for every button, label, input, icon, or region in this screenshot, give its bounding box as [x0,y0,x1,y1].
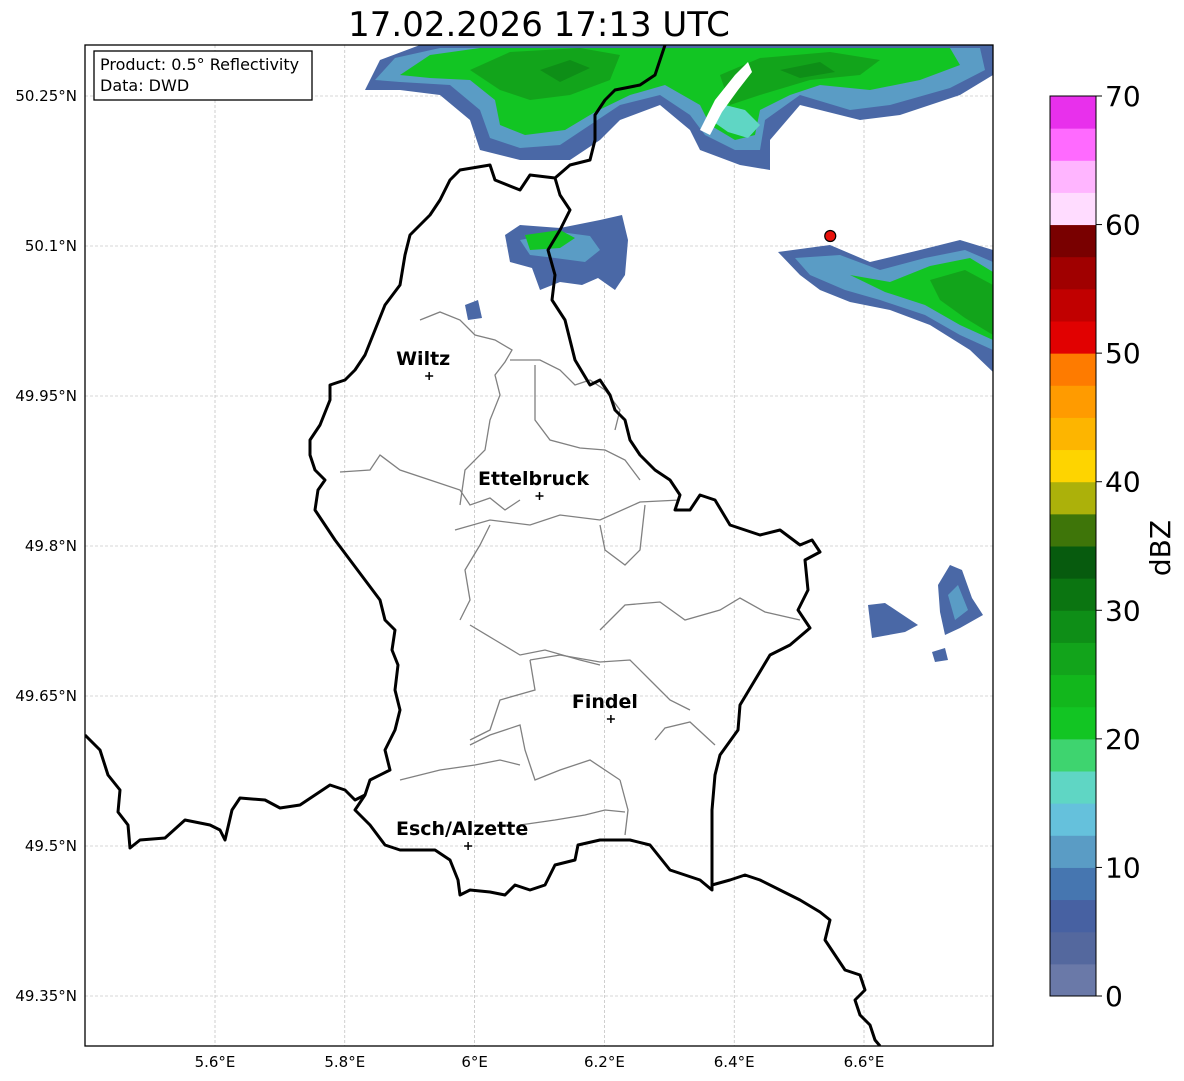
boundaries [85,45,882,1046]
city-esch-alzette: Esch/Alzette [396,818,528,850]
lat-tick-label: 49.8°N [25,537,77,555]
lat-tick-label: 50.25°N [15,87,77,105]
lon-tick-label: 5.8°E [324,1053,365,1071]
lat-tick-label: 49.35°N [15,987,77,1005]
echo-central-cell [465,215,628,320]
lon-tick-label: 6.2°E [584,1053,625,1071]
radar-site-marker [824,229,837,243]
city-label: Wiltz [396,348,450,370]
city-findel: Findel [572,691,638,723]
latitude-ticks: 50.25°N 50.1°N 49.95°N 49.8°N 49.65°N 49.5°N 4… [15,87,77,1005]
city-label: Esch/Alzette [396,818,528,840]
info-box: Product: 0.5° Reflectivity Data: DWD [93,50,313,101]
city-wiltz: Wiltz [396,348,450,380]
map-frame [84,44,994,1047]
belgium-france-border [85,733,366,850]
product-label: Product: 0.5° Reflectivity [100,55,299,74]
lat-tick-label: 49.95°N [15,387,77,405]
radar-echoes [365,45,993,662]
lon-tick-label: 6°E [461,1053,488,1071]
data-source-label: Data: DWD [100,76,189,95]
gridlines [85,45,993,1046]
lon-tick-label: 6.6°E [844,1053,885,1071]
city-label: Ettelbruck [478,468,589,490]
lat-tick-label: 49.5°N [25,837,77,855]
radar-map: Wiltz Ettelbruck Findel Esch/Alzette Produc… [15,44,994,1071]
echo-north-band [365,45,993,170]
lon-tick-label: 6.4°E [714,1053,755,1071]
germany-border-south [711,873,882,1046]
city-markers: Wiltz Ettelbruck Findel Esch/Alzette [396,348,638,850]
lon-tick-label: 5.6°E [195,1053,236,1071]
canton-boundaries [339,311,801,836]
national-borders [85,45,882,1046]
lat-tick-label: 49.65°N [15,687,77,705]
echo-southeast-cells [868,565,983,662]
longitude-ticks: 5.6°E 5.8°E 6°E 6.2°E 6.4°E 6.6°E [195,1053,885,1071]
city-ettelbruck: Ettelbruck [478,468,589,500]
echo-east-band [778,240,993,372]
lat-tick-label: 50.1°N [25,237,77,255]
city-label: Findel [572,691,638,713]
